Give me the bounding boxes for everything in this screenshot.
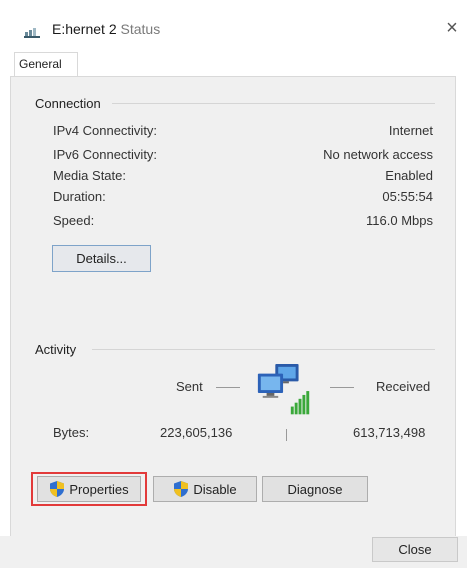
media-state-value: Enabled <box>385 168 433 183</box>
window-title-primary: E:hernet 2 <box>52 21 117 37</box>
uac-shield-icon <box>50 481 65 497</box>
tab-general[interactable]: General <box>14 52 78 76</box>
bytes-label: Bytes: <box>53 425 90 440</box>
network-computers-icon <box>257 363 310 415</box>
disable-button-label: Disable <box>193 481 237 497</box>
sent-label: Sent <box>176 379 203 394</box>
received-line <box>330 387 354 388</box>
properties-button-label: Properties <box>69 481 129 497</box>
ipv4-connectivity-label: IPv4 Connectivity: <box>53 123 158 138</box>
disable-button[interactable]: Disable <box>153 476 257 502</box>
activity-heading: Activity <box>35 342 81 357</box>
close-button[interactable]: Close <box>372 537 458 562</box>
bytes-received-value: 613,713,498 <box>353 425 426 440</box>
uac-shield-icon <box>174 481 189 497</box>
ipv6-connectivity-value: No network access <box>323 147 433 162</box>
diagnose-button[interactable]: Diagnose <box>262 476 368 502</box>
connection-heading: Connection <box>35 96 105 111</box>
window-title-secondary: Status <box>120 21 161 37</box>
ipv4-connectivity-value: Internet <box>388 123 433 138</box>
speed-value: 116.0 Mbps <box>366 213 433 228</box>
received-label: Received <box>376 379 431 394</box>
general-panel <box>10 76 456 536</box>
media-state-label: Media State: <box>53 168 126 183</box>
tab-divider <box>10 76 456 77</box>
duration-value: 05:55:54 <box>382 189 433 204</box>
activity-separator <box>286 429 287 441</box>
activity-divider <box>92 349 435 350</box>
connection-divider <box>112 103 435 104</box>
ipv6-connectivity-label: IPv6 Connectivity: <box>53 147 158 162</box>
properties-button[interactable]: Properties <box>37 476 141 502</box>
speed-label: Speed: <box>53 213 95 228</box>
close-icon[interactable]: × <box>442 18 462 38</box>
duration-label: Duration: <box>53 189 106 204</box>
details-button[interactable]: Details... <box>52 245 151 272</box>
window-title: E:hernet 2 Status <box>52 21 160 37</box>
sent-line <box>216 387 240 388</box>
bytes-sent-value: 223,605,136 <box>160 425 233 440</box>
network-adapter-icon <box>24 28 40 38</box>
